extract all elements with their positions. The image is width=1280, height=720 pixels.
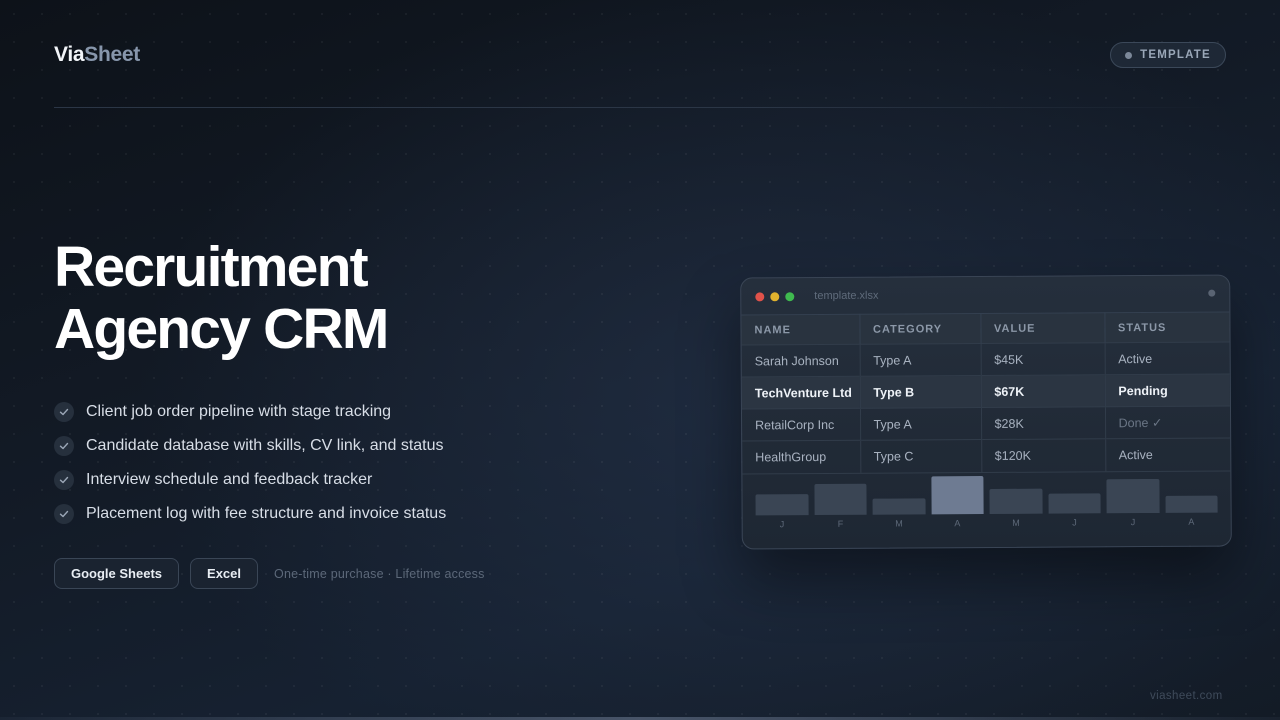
window-menu-dot-icon bbox=[1208, 289, 1216, 297]
chart-bar-label: A bbox=[1188, 516, 1195, 527]
chart-bar bbox=[989, 488, 1043, 514]
feature-item: Candidate database with skills, CV link,… bbox=[54, 429, 446, 463]
check-icon bbox=[54, 470, 74, 490]
header-divider bbox=[54, 107, 1226, 108]
bar-column: A bbox=[930, 473, 984, 534]
cell-status: Pending bbox=[1104, 374, 1230, 407]
chart-bar bbox=[872, 497, 926, 515]
feature-list: Client job order pipeline with stage tra… bbox=[54, 395, 446, 531]
table-header-row: NAME CATEGORY VALUE STATUS bbox=[741, 312, 1230, 345]
google-sheets-button[interactable]: Google Sheets bbox=[54, 558, 180, 589]
cell-status: Active bbox=[1104, 342, 1230, 375]
chart-bar bbox=[755, 493, 809, 515]
excel-button[interactable]: Excel bbox=[190, 558, 259, 589]
chart-bar bbox=[1106, 478, 1160, 513]
chart-bar bbox=[1047, 492, 1101, 514]
cell-name: HealthGroup bbox=[742, 440, 861, 473]
check-icon bbox=[54, 504, 74, 524]
chart-bar-label: J bbox=[1072, 516, 1077, 527]
purchase-note: One-time purchase · Lifetime access bbox=[274, 566, 485, 581]
cell-category: Type A bbox=[859, 407, 982, 441]
chart-bar-label: F bbox=[837, 518, 844, 529]
cell-name: TechVenture Ltd bbox=[741, 376, 860, 409]
cell-status: Active bbox=[1105, 438, 1231, 471]
cell-category: Type B bbox=[859, 375, 981, 409]
check-icon bbox=[54, 402, 74, 422]
chart-bar-label: J bbox=[1130, 516, 1136, 527]
column-header-category: CATEGORY bbox=[859, 313, 981, 345]
chart-bar bbox=[813, 483, 867, 515]
feature-text: Client job order pipeline with stage tra… bbox=[86, 403, 392, 420]
feature-text: Candidate database with skills, CV link,… bbox=[86, 437, 444, 454]
chart-bar-label: A bbox=[954, 517, 961, 528]
maximize-dot-icon bbox=[785, 291, 795, 301]
bar-column: J bbox=[755, 474, 809, 535]
footer-url: viasheet.com bbox=[1150, 690, 1223, 702]
spreadsheet-preview: template.xlsx NAME CATEGORY VALUE STATUS… bbox=[740, 274, 1232, 550]
table-row: RetailCorp Inc Type A $28K Done ✓ bbox=[741, 406, 1231, 441]
cell-category: Type A bbox=[859, 343, 981, 377]
chart-bar bbox=[930, 475, 984, 514]
page-title-line-1: Recruitment bbox=[54, 235, 369, 299]
feature-item: Placement log with fee structure and inv… bbox=[54, 497, 446, 531]
cell-value: $67K bbox=[980, 374, 1105, 408]
chart-bar bbox=[1165, 495, 1218, 513]
bar-column: J bbox=[1047, 472, 1101, 533]
bar-column: M bbox=[989, 472, 1043, 533]
template-badge: TEMPLATE bbox=[1110, 42, 1226, 68]
badge-label: TEMPLATE bbox=[1140, 49, 1211, 61]
chart-bar-label: M bbox=[895, 518, 903, 529]
cell-value: $120K bbox=[981, 438, 1106, 472]
check-icon bbox=[54, 436, 74, 456]
bar-column: F bbox=[813, 473, 867, 534]
page-title: Recruitment Agency CRM bbox=[54, 235, 389, 361]
table-row: Sarah Johnson Type A $45K Active bbox=[741, 342, 1230, 377]
feature-text: Interview schedule and feedback tracker bbox=[86, 471, 373, 488]
feature-item: Client job order pipeline with stage tra… bbox=[54, 395, 446, 429]
bar-column: M bbox=[872, 473, 926, 534]
cell-value: $28K bbox=[980, 406, 1106, 440]
minimize-dot-icon bbox=[770, 291, 780, 301]
bar-column: A bbox=[1165, 471, 1218, 532]
brand-logo-secondary: Sheet bbox=[84, 43, 140, 66]
cell-category: Type C bbox=[860, 439, 982, 473]
page-title-line-2: Agency CRM bbox=[54, 297, 389, 361]
bar-column: J bbox=[1106, 471, 1160, 532]
feature-text: Placement log with fee structure and inv… bbox=[86, 505, 447, 522]
column-header-value: VALUE bbox=[980, 312, 1105, 344]
brand-logo[interactable]: ViaSheet bbox=[54, 43, 140, 67]
preview-titlebar: template.xlsx bbox=[741, 276, 1229, 315]
feature-item: Interview schedule and feedback tracker bbox=[54, 463, 446, 497]
table-row: HealthGroup Type C $120K Active bbox=[742, 438, 1231, 473]
badge-dot-icon bbox=[1125, 51, 1133, 59]
mini-bar-chart: JFMAMJJA bbox=[742, 470, 1231, 535]
close-dot-icon bbox=[755, 291, 765, 301]
cell-value: $45K bbox=[980, 342, 1105, 376]
column-header-name: NAME bbox=[741, 314, 860, 345]
cell-status: Done ✓ bbox=[1104, 406, 1231, 439]
brand-logo-primary: Via bbox=[54, 43, 85, 66]
action-row: Google Sheets Excel One-time purchase · … bbox=[54, 558, 485, 589]
chart-bar-label: M bbox=[1012, 517, 1020, 528]
cell-name: Sarah Johnson bbox=[741, 344, 860, 377]
column-header-status: STATUS bbox=[1104, 312, 1230, 343]
table-row-highlighted: TechVenture Ltd Type B $67K Pending bbox=[741, 374, 1230, 409]
preview-filename: template.xlsx bbox=[814, 289, 879, 303]
preview-table: NAME CATEGORY VALUE STATUS Sarah Johnson… bbox=[741, 312, 1231, 473]
cell-name: RetailCorp Inc bbox=[741, 408, 861, 441]
chart-bar-label: J bbox=[779, 518, 785, 529]
